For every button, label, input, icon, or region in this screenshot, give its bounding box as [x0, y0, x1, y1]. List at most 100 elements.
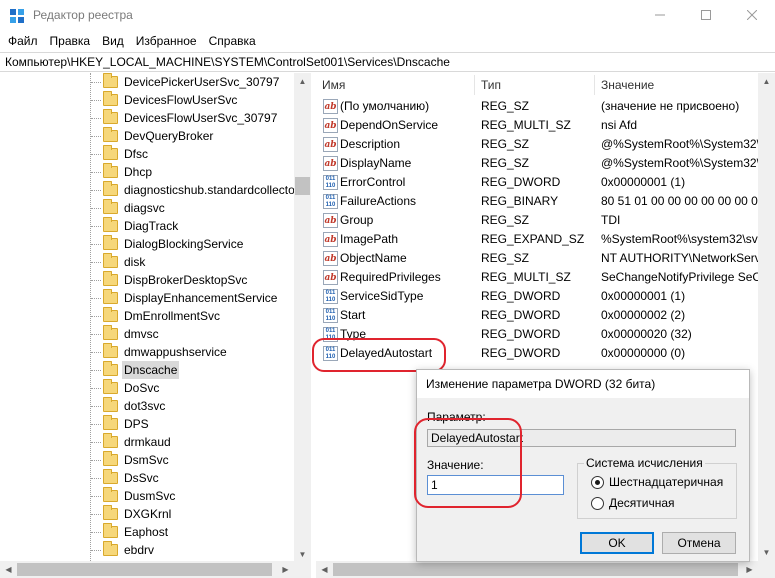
dialog-title: Изменение параметра DWORD (32 бита) — [417, 370, 749, 398]
close-icon[interactable] — [729, 0, 775, 30]
tree-item-label: DPS — [124, 417, 149, 431]
value-row[interactable]: ab DependOnService REG_MULTI_SZ nsi Afd — [316, 116, 775, 135]
menu-help[interactable]: Справка — [203, 31, 262, 51]
value-type: REG_DWORD — [481, 175, 561, 189]
tree-item[interactable]: dmwappushservice — [0, 343, 295, 361]
tree-item[interactable]: Dhcp — [0, 163, 295, 181]
menu-edit[interactable]: Правка — [44, 31, 97, 51]
highlight-ring — [414, 418, 522, 508]
folder-icon — [103, 199, 118, 214]
tree-item[interactable]: DoSvc — [0, 379, 295, 397]
value-row[interactable]: ab ImagePath REG_EXPAND_SZ %SystemRoot%\sys… — [316, 230, 775, 249]
tree-item[interactable]: DmEnrollmentSvc — [0, 307, 295, 325]
folder-icon — [103, 505, 118, 520]
radio-hex[interactable] — [591, 476, 604, 489]
value-type: REG_MULTI_SZ — [481, 270, 571, 284]
value-row[interactable]: ab DisplayName REG_SZ @%SystemRoot%\System3… — [316, 154, 775, 173]
tree-item[interactable]: DevicePickerUserSvc_30797 — [0, 73, 295, 91]
minimize-icon[interactable] — [637, 0, 683, 30]
tree-hscroll-thumb[interactable] — [17, 563, 272, 576]
tree-item-label: disk — [124, 255, 146, 269]
value-type: REG_SZ — [481, 137, 530, 151]
value-row[interactable]: ab ObjectName REG_SZ NT AUTHORITY\NetworkSe… — [316, 249, 775, 268]
value-row[interactable]: 011 110 ServiceSidType REG_DWORD 0x00000001… — [316, 287, 775, 306]
value-row[interactable]: ab (По умолчанию) REG_SZ (значение не присв… — [316, 97, 775, 116]
values-horizontal-scrollbar[interactable]: ◀ ▶ — [316, 561, 775, 578]
tree-item[interactable]: Eaphost — [0, 523, 295, 541]
folder-icon — [103, 235, 118, 250]
tree-vertical-scrollbar[interactable]: ▲ ▼ — [294, 73, 311, 563]
value-row[interactable]: ab Description REG_SZ @%SystemRoot%\System3… — [316, 135, 775, 154]
tree-item[interactable]: DialogBlockingService — [0, 235, 295, 253]
tree-item[interactable]: DsSvc — [0, 469, 295, 487]
address-bar[interactable]: Компьютер\HKEY_LOCAL_MACHINE\SYSTEM\Cont… — [0, 52, 775, 72]
values-hscroll-thumb[interactable] — [333, 563, 738, 576]
tree-item[interactable]: dot3svc — [0, 397, 295, 415]
tree-item[interactable]: DisplayEnhancementService — [0, 289, 295, 307]
value-row[interactable]: 011 110 FailureActions REG_BINARY 80 51 01 … — [316, 192, 775, 211]
menu-favorites[interactable]: Избранное — [130, 31, 203, 51]
column-name[interactable]: Имя — [316, 75, 475, 95]
tree-item[interactable]: DevicesFlowUserSvc_30797 — [0, 109, 295, 127]
tree-item[interactable]: DevQueryBroker — [0, 127, 295, 145]
column-type[interactable]: Тип — [475, 75, 595, 95]
folder-icon — [103, 397, 118, 412]
tree-item[interactable]: DiagTrack — [0, 217, 295, 235]
value-type: REG_DWORD — [481, 289, 561, 303]
scroll-down-icon[interactable]: ▼ — [758, 544, 775, 561]
tree-item-label: diagnosticshub.standardcollector — [124, 183, 299, 197]
menu-file[interactable]: Файл — [0, 31, 44, 51]
cancel-button[interactable]: Отмена — [662, 532, 736, 554]
tree-item[interactable]: DevicesFlowUserSvc — [0, 91, 295, 109]
tree-item-label: Dfsc — [124, 147, 148, 161]
scroll-up-icon[interactable]: ▲ — [294, 73, 311, 90]
tree-item[interactable]: DispBrokerDesktopSvc — [0, 271, 295, 289]
tree-item[interactable]: DusmSvc — [0, 487, 295, 505]
tree-connector — [91, 352, 101, 353]
value-name: DisplayName — [340, 156, 412, 170]
radio-decimal[interactable] — [591, 497, 604, 510]
tree-item[interactable]: ebdrv — [0, 541, 295, 559]
menu-view[interactable]: Вид — [96, 31, 130, 51]
radio-decimal-label[interactable]: Десятичная — [609, 496, 675, 510]
tree-scroll-thumb[interactable] — [295, 177, 310, 195]
values-vertical-scrollbar[interactable]: ▲ ▼ — [758, 73, 775, 561]
tree-item[interactable]: diagnosticshub.standardcollector — [0, 181, 299, 199]
scroll-left-icon[interactable]: ◀ — [0, 561, 17, 578]
tree-item-label: DevicesFlowUserSvc — [124, 93, 238, 107]
radio-hex-label[interactable]: Шестнадцатеричная — [609, 475, 723, 489]
tree-horizontal-scrollbar[interactable]: ◀ ▶ — [0, 561, 311, 578]
value-row[interactable]: 011 110 Start REG_DWORD 0x00000002 (2) — [316, 306, 775, 325]
ok-button[interactable]: OK — [580, 532, 654, 554]
column-data[interactable]: Значение — [595, 75, 775, 95]
folder-icon — [103, 91, 118, 106]
tree-item[interactable]: DXGKrnl — [0, 505, 295, 523]
scroll-left-icon[interactable]: ◀ — [316, 561, 333, 578]
tree-item[interactable]: Dfsc — [0, 145, 295, 163]
value-row[interactable]: ab Group REG_SZ TDI — [316, 211, 775, 230]
tree-connector — [91, 388, 101, 389]
key-tree: DevicePickerUserSvc_30797 DevicesFlowUser… — [0, 73, 311, 563]
value-data: 0x00000001 (1) — [601, 289, 686, 303]
tree-item[interactable]: DsmSvc — [0, 451, 295, 469]
value-row[interactable]: ab RequiredPrivileges REG_MULTI_SZ SeChange… — [316, 268, 775, 287]
tree-item[interactable]: Dnscache — [0, 361, 295, 379]
value-data: 0x00000002 (2) — [601, 308, 686, 322]
title-bar: Редактор реестра — [0, 0, 775, 30]
value-name: RequiredPrivileges — [340, 270, 441, 284]
folder-icon — [103, 73, 118, 88]
tree-item[interactable]: diagsvc — [0, 199, 295, 217]
maximize-icon[interactable] — [683, 0, 729, 30]
string-value-icon: ab — [323, 118, 338, 133]
string-value-icon: ab — [323, 156, 338, 171]
menu-bar: Файл Правка Вид Избранное Справка — [0, 31, 262, 51]
scroll-right-icon[interactable]: ▶ — [277, 561, 294, 578]
scroll-right-icon[interactable]: ▶ — [741, 561, 758, 578]
value-row[interactable]: 011 110 ErrorControl REG_DWORD 0x00000001 (… — [316, 173, 775, 192]
tree-item[interactable]: dmvsc — [0, 325, 295, 343]
tree-item[interactable]: DPS — [0, 415, 295, 433]
scroll-up-icon[interactable]: ▲ — [758, 73, 775, 90]
value-name: Group — [340, 213, 374, 227]
tree-item[interactable]: drmkaud — [0, 433, 295, 451]
tree-item[interactable]: disk — [0, 253, 295, 271]
